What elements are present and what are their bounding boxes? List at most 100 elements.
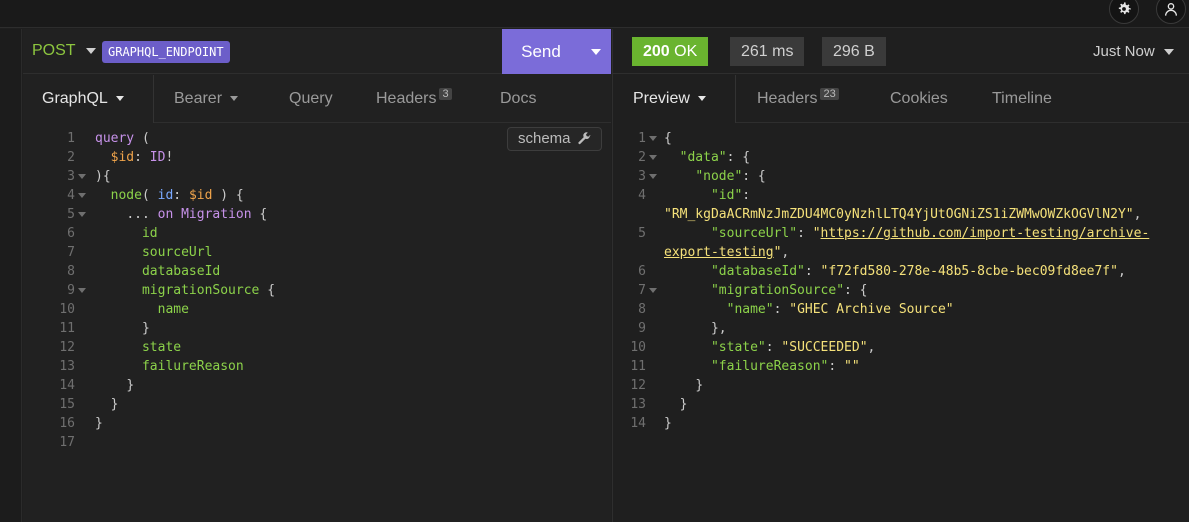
chevron-down-icon bbox=[1163, 48, 1174, 55]
code-line: 14 } bbox=[23, 376, 611, 395]
json-value-name: "GHEC Archive Source" bbox=[789, 302, 954, 317]
code-line: 1{ bbox=[613, 129, 1189, 148]
fold-chevron-icon[interactable] bbox=[78, 193, 86, 198]
sidebar-collapsed bbox=[0, 29, 22, 522]
history-label: Just Now bbox=[1093, 43, 1155, 60]
response-status-bar: 200 OK 261 ms 296 B Just Now bbox=[613, 29, 1189, 74]
code-line: 1 query ( bbox=[23, 129, 611, 148]
code-line: 4 node( id: $id ) { bbox=[23, 186, 611, 205]
code-line-continued: export-testing", bbox=[664, 245, 790, 260]
source-url-link-continued[interactable]: export-testing bbox=[664, 245, 774, 260]
line-number: 14 bbox=[59, 378, 75, 393]
request-tabs: GraphQL Bearer Query Headers 3 Docs bbox=[23, 75, 611, 123]
graphql-query-editor[interactable]: schema 1 query ( 2 $id: ID! 3){ 4 node( i… bbox=[23, 124, 611, 522]
line-number: 16 bbox=[59, 416, 75, 431]
code-line: 10 "state": "SUCCEEDED", bbox=[613, 338, 1189, 357]
tab-query[interactable]: Query bbox=[289, 75, 333, 123]
code-line: 12 state bbox=[23, 338, 611, 357]
tab-label: Cookies bbox=[890, 90, 948, 107]
code-line: 13 } bbox=[613, 395, 1189, 414]
tab-timeline[interactable]: Timeline bbox=[992, 75, 1052, 123]
line-number: 2 bbox=[67, 150, 75, 165]
code-line: 5 "sourceUrl": "https://github.com/impor… bbox=[613, 224, 1189, 243]
json-value-state: "SUCCEEDED" bbox=[781, 340, 868, 355]
line-number: 6 bbox=[638, 264, 646, 279]
tab-label: Preview bbox=[633, 90, 690, 107]
line-number: 5 bbox=[638, 226, 646, 241]
code-line: 3 "node": { bbox=[613, 167, 1189, 186]
response-tabs: Preview Headers 23 Cookies Timeline bbox=[613, 75, 1189, 123]
divider bbox=[735, 75, 736, 123]
chevron-down-icon bbox=[230, 96, 239, 102]
code-line: 6 id bbox=[23, 224, 611, 243]
code-line: 16} bbox=[23, 414, 611, 433]
line-number: 3 bbox=[67, 169, 75, 184]
send-button-label: Send bbox=[521, 41, 561, 61]
account-icon[interactable] bbox=[1156, 0, 1186, 24]
response-history-dropdown[interactable]: Just Now bbox=[1093, 43, 1174, 60]
tab-response-headers[interactable]: Headers 23 bbox=[757, 75, 839, 123]
line-number: 8 bbox=[67, 264, 75, 279]
fold-chevron-icon[interactable] bbox=[78, 212, 86, 217]
code-line: 2 $id: ID! bbox=[23, 148, 611, 167]
response-json-viewer[interactable]: 1{ 2 "data": { 3 "node": { 4 "id": "RM_k… bbox=[613, 124, 1189, 522]
code-line-continued: "RM_kgDaACRmNzJmZDU4MC0yNzhlLTQ4YjUtOGNi… bbox=[664, 207, 1142, 222]
fold-chevron-icon[interactable] bbox=[78, 288, 86, 293]
fold-chevron-icon[interactable] bbox=[78, 174, 86, 179]
chevron-down-icon bbox=[697, 96, 706, 102]
send-options-chevron-down-icon[interactable] bbox=[580, 29, 611, 74]
request-pane: POST GRAPHQL_ENDPOINT Send GraphQL Beare… bbox=[23, 29, 611, 522]
code-line: 7 "migrationSource": { bbox=[613, 281, 1189, 300]
status-text: OK bbox=[674, 43, 698, 60]
code-line: 15 } bbox=[23, 395, 611, 414]
fold-chevron-icon[interactable] bbox=[649, 174, 657, 179]
line-number: 3 bbox=[638, 169, 646, 184]
tab-cookies[interactable]: Cookies bbox=[890, 75, 948, 123]
tab-label: Bearer bbox=[174, 90, 223, 107]
line-number: 9 bbox=[67, 283, 75, 298]
json-value-id: "RM_kgDaACRmNzJmZDU4MC0yNzhlLTQ4YjUtOGNi… bbox=[664, 207, 1134, 222]
code-line: 6 "databaseId": "f72fd580-278e-48b5-8cbe… bbox=[613, 262, 1189, 281]
line-number: 5 bbox=[67, 207, 75, 222]
top-bar bbox=[0, 0, 1189, 28]
response-pane: 200 OK 261 ms 296 B Just Now Preview Hea… bbox=[612, 29, 1189, 522]
url-input-endpoint-tag[interactable]: GRAPHQL_ENDPOINT bbox=[102, 41, 230, 63]
settings-gear-icon[interactable] bbox=[1109, 0, 1139, 24]
line-number: 11 bbox=[630, 359, 646, 374]
line-number: 15 bbox=[59, 397, 75, 412]
code-line: 14} bbox=[613, 414, 1189, 433]
status-badge: 200 OK bbox=[632, 37, 709, 66]
tab-graphql[interactable]: GraphQL bbox=[23, 75, 153, 123]
fold-chevron-icon[interactable] bbox=[649, 136, 657, 141]
method-selector[interactable]: POST bbox=[32, 42, 96, 60]
line-number: 11 bbox=[59, 321, 75, 336]
response-time-badge: 261 ms bbox=[730, 37, 805, 66]
line-number: 12 bbox=[59, 340, 75, 355]
code-line: 10 name bbox=[23, 300, 611, 319]
code-line: 11 "failureReason": "" bbox=[613, 357, 1189, 376]
line-number: 17 bbox=[59, 435, 75, 450]
fold-chevron-icon[interactable] bbox=[649, 155, 657, 160]
divider bbox=[153, 75, 154, 123]
json-value-failurereason: "" bbox=[844, 359, 860, 374]
tab-headers[interactable]: Headers 3 bbox=[376, 75, 452, 123]
line-number: 10 bbox=[59, 302, 75, 317]
code-line: 12 } bbox=[613, 376, 1189, 395]
tab-label: GraphQL bbox=[42, 90, 108, 107]
line-number: 8 bbox=[638, 302, 646, 317]
tab-bearer[interactable]: Bearer bbox=[174, 75, 239, 123]
fold-chevron-icon[interactable] bbox=[649, 288, 657, 293]
source-url-link[interactable]: https://github.com/import-testing/archiv… bbox=[821, 226, 1150, 241]
code-line: 3){ bbox=[23, 167, 611, 186]
tab-label: Query bbox=[289, 90, 333, 107]
line-number: 4 bbox=[67, 188, 75, 203]
tab-preview[interactable]: Preview bbox=[613, 75, 735, 123]
count-badge: 3 bbox=[439, 88, 452, 100]
code-line: 5 ... on Migration { bbox=[23, 205, 611, 224]
code-line: 9 }, bbox=[613, 319, 1189, 338]
line-number: 13 bbox=[59, 359, 75, 374]
tab-docs[interactable]: Docs bbox=[500, 75, 536, 123]
line-number: 12 bbox=[630, 378, 646, 393]
count-badge: 23 bbox=[820, 88, 839, 100]
send-button[interactable]: Send bbox=[502, 29, 611, 74]
